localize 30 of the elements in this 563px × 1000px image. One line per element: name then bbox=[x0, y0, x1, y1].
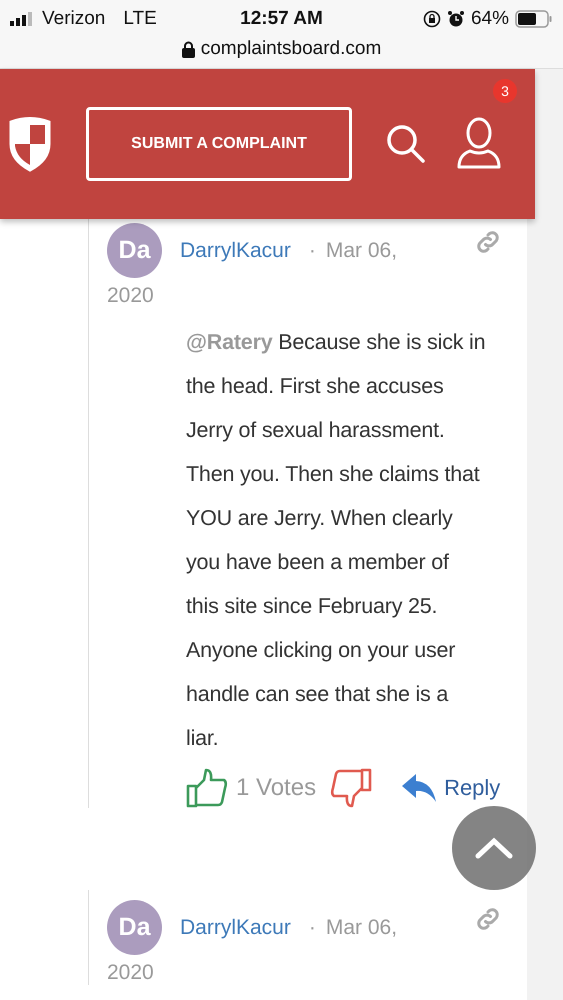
shield-logo-icon[interactable] bbox=[8, 116, 52, 172]
comment-year: 2020 bbox=[107, 284, 155, 308]
battery-icon bbox=[515, 10, 553, 28]
reply-link[interactable]: Reply bbox=[444, 775, 500, 801]
author-link[interactable]: DarrylKacur bbox=[180, 916, 291, 940]
thumbs-down-icon[interactable] bbox=[330, 768, 372, 808]
carrier: Verizon bbox=[42, 8, 106, 30]
alarm-icon bbox=[446, 10, 465, 28]
comment-date: Mar 06, bbox=[326, 238, 398, 262]
chevron-up-icon bbox=[474, 836, 514, 860]
thumbs-up-icon[interactable] bbox=[186, 768, 228, 808]
clock: 12:57 AM bbox=[240, 8, 323, 30]
avatar: Da bbox=[107, 223, 162, 278]
submit-complaint-button[interactable]: SUBMIT A COMPLAINT bbox=[86, 107, 352, 181]
separator-dot: · bbox=[308, 916, 316, 940]
comment-year: 2020 bbox=[107, 961, 155, 985]
rotation-lock-icon bbox=[422, 10, 441, 28]
comment-text: @Ratery Because she is sick in the head. First she accuses Jerry of sexual harassment. Then you. Then she claims that YOU are Jerry. When clearly you have been a member of this site since February 25. Anyone clicking on your user handle can see that she is a liar. bbox=[186, 329, 486, 752]
lock-icon bbox=[182, 41, 195, 58]
author-link[interactable]: DarrylKacur bbox=[180, 238, 291, 262]
notification-badge: 3 bbox=[493, 79, 517, 103]
separator-dot: · bbox=[308, 238, 316, 262]
comment-date: Mar 06, bbox=[326, 916, 398, 940]
search-icon[interactable] bbox=[386, 124, 426, 164]
network-type: LTE bbox=[123, 8, 157, 30]
avatar: Da bbox=[107, 900, 162, 955]
reply-arrow-icon[interactable] bbox=[402, 774, 436, 802]
vote-count: 1 Votes bbox=[236, 774, 316, 802]
user-icon[interactable] bbox=[456, 117, 502, 171]
battery-percent: 64% bbox=[470, 8, 509, 30]
